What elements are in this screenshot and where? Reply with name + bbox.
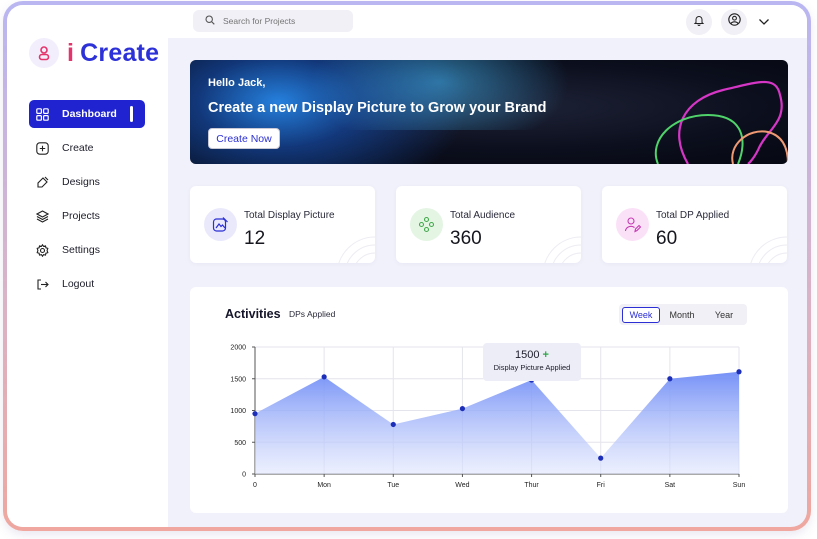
y-tick-label: 500 [234,440,246,447]
stat-card-dp-applied[interactable]: Total DP Applied 60 [602,186,787,263]
active-indicator [130,106,133,122]
tooltip-delta: + [542,349,549,361]
data-point[interactable] [598,455,604,461]
bell-icon [693,13,705,31]
brand-name: Create [80,38,160,67]
banner-greeting: Hello Jack, [208,77,266,89]
data-point[interactable] [252,411,258,417]
sidebar-item-label: Logout [62,278,95,290]
grid-icon [35,107,49,121]
x-tick-label: Thur [524,482,539,489]
x-tick-label: Mon [317,482,331,489]
user-edit-icon [616,208,649,241]
card-decor [750,236,787,263]
tooltip-value: 1500 [515,349,540,361]
search-icon [205,12,215,30]
card-decor [338,236,375,263]
y-tick-label: 1500 [230,376,246,383]
audience-icon [410,208,443,241]
banner-glow [310,60,570,130]
brand-prefix: i [67,38,75,67]
notification-button[interactable] [686,9,712,35]
stat-label: Total DP Applied [656,210,730,221]
data-point[interactable] [736,369,742,375]
search-input[interactable] [223,16,343,26]
gear-icon [35,243,49,257]
sidebar-item-label: Projects [62,210,100,222]
x-tick-label: Sat [665,482,676,489]
card-decor [544,236,581,263]
stat-label: Total Audience [450,210,516,221]
stat-card-audience[interactable]: Total Audience 360 [396,186,581,263]
stat-value: 12 [244,228,266,249]
sidebar-item-projects[interactable]: Projects [29,202,145,230]
area-series [255,371,739,474]
stat-value: 60 [656,228,678,249]
sidebar-item-settings[interactable]: Settings [29,236,145,264]
x-tick-label: Tue [387,482,399,489]
y-tick-label: 2000 [230,345,246,352]
create-now-button[interactable]: Create Now [208,128,280,149]
x-tick-label: Sun [733,482,746,489]
data-point[interactable] [667,376,673,382]
sidebar-item-dashboard[interactable]: Dashboard [29,100,145,128]
stat-value: 360 [450,228,482,249]
sidebar-nav: Dashboard Create Designs Projects Settin… [29,100,145,304]
profile-button[interactable] [721,9,747,35]
plus-square-icon [35,141,49,155]
brand-logo[interactable]: i Create [29,38,159,68]
data-point[interactable] [321,374,327,380]
activities-chart: 0 500 1000 1500 2000 0 Mon Tue Wed Thur Fri Sat Sun [230,345,746,490]
banner-decor [655,80,788,164]
banner-title: Create a new Display Picture to Grow you… [208,100,547,116]
y-tick-label: 0 [242,472,246,479]
user-circle-icon [727,13,741,31]
sidebar: i Create Dashboard Create Designs Projec… [7,5,168,527]
data-point[interactable] [390,421,396,428]
sidebar-item-designs[interactable]: Designs [29,168,145,196]
top-actions [677,9,771,35]
sidebar-item-logout[interactable]: Logout [29,270,145,298]
edit-image-icon [204,208,237,241]
chart-tooltip: 1500 + Display Picture Applied [483,343,581,381]
sidebar-item-label: Settings [62,244,100,256]
brush-icon [35,175,49,189]
sidebar-item-label: Create [62,142,94,154]
activities-panel: Activities DPs Applied Week Month Year 0… [190,287,788,513]
tooltip-label: Display Picture Applied [493,363,571,372]
app-window: i Create Dashboard Create Designs Projec… [7,5,807,527]
sidebar-item-label: Designs [62,176,100,188]
sidebar-item-create[interactable]: Create [29,134,145,162]
x-tick-label: Wed [455,482,469,489]
top-bar [168,5,807,38]
x-tick-label: 0 [253,482,257,489]
layers-icon [35,209,49,223]
stat-label: Total Display Picture [244,210,335,221]
chevron-down-icon[interactable] [757,15,771,29]
x-tick-label: Fri [597,482,606,489]
data-point[interactable] [459,405,466,412]
logout-icon [35,277,49,291]
sidebar-item-label: Dashboard [62,108,117,120]
y-tick-label: 1000 [230,408,246,415]
search-box[interactable] [193,10,353,32]
app-frame: i Create Dashboard Create Designs Projec… [3,1,811,531]
user-icon [29,38,59,68]
stat-card-display-picture[interactable]: Total Display Picture 12 [190,186,375,263]
hero-banner: Hello Jack, Create a new Display Picture… [190,60,788,164]
